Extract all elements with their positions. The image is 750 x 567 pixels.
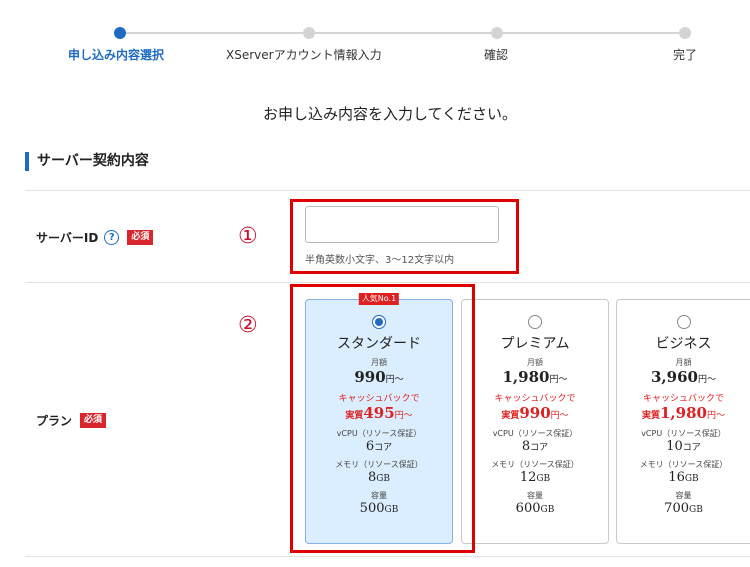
section-title: サーバー契約内容 (25, 152, 149, 171)
step-label-2: XServerアカウント情報入力 (226, 48, 382, 62)
effective-price: 実質990円～ (462, 405, 608, 425)
divider (25, 282, 750, 283)
plan-radio-business[interactable] (676, 315, 691, 329)
memory-label: メモリ（リソース保証） (491, 460, 579, 469)
cpu-label: vCPU（リソース保証） (641, 429, 726, 438)
step-dot-3 (491, 27, 503, 39)
disk-value: 600GB (462, 501, 608, 518)
step-label-3: 確認 (484, 48, 509, 62)
memory-number: 12 (519, 470, 537, 485)
plan-radio-premium[interactable] (528, 315, 542, 329)
monthly-label: 月額 (527, 358, 543, 367)
cpu-value: 10コア (617, 439, 750, 456)
step-label-1: 申し込み内容選択 (68, 48, 165, 62)
disk-unit: GB (689, 505, 703, 515)
monthly-price: 1,980円～ (462, 368, 608, 389)
price-value: 1,980 (502, 368, 550, 386)
divider (25, 556, 750, 557)
server-id-label: サーバーID (36, 231, 99, 245)
effective-prefix: 実質 (641, 411, 660, 421)
disk-value: 700GB (617, 501, 750, 518)
progress-stepper: 申し込み内容選択 XServerアカウント情報入力 確認 完了 (0, 24, 750, 74)
monthly-label: 月額 (675, 358, 692, 367)
price-unit: 円～ (549, 375, 568, 385)
divider (25, 190, 750, 191)
effective-price: 実質1,980円～ (617, 405, 750, 425)
effective-value: 990 (519, 404, 551, 422)
server-id-note: 半角英数小文字、3～12文字以内 (305, 255, 455, 266)
effective-value: 1,980 (660, 404, 707, 422)
plan-label: プラン (36, 414, 73, 428)
disk-label: 容量 (527, 491, 543, 500)
plan-card-business[interactable]: ビジネス 月額 3,960円～ キャッシュバックで 実質1,980円～ vCPU… (616, 299, 750, 544)
plan-name: プレミアム (500, 336, 570, 352)
required-badge: 必須 (80, 413, 107, 428)
disk-unit: GB (540, 505, 555, 515)
server-id-label-group: サーバーID ? 必須 (36, 229, 154, 246)
memory-unit: GB (684, 474, 699, 484)
cpu-value: 8コア (462, 439, 608, 456)
memory-number: 16 (668, 470, 685, 485)
step-dot-2 (303, 27, 315, 39)
price-unit: 円～ (697, 375, 716, 385)
cpu-label: vCPU（リソース保証） (492, 429, 578, 438)
price-value: 3,960 (651, 368, 698, 386)
cpu-number: 10 (666, 439, 683, 454)
memory-unit: GB (536, 474, 551, 484)
help-icon[interactable]: ? (104, 230, 120, 245)
plan-name: ビジネス (655, 336, 712, 352)
disk-number: 700 (664, 501, 689, 516)
disk-label: 容量 (675, 491, 692, 500)
memory-value: 16GB (617, 470, 750, 487)
plan-label-group: プラン 必須 (36, 412, 107, 429)
step-label-4: 完了 (673, 48, 698, 62)
monthly-price: 3,960円～ (617, 368, 750, 389)
memory-label: メモリ（リソース保証） (639, 460, 728, 469)
highlight-box-plan (290, 284, 475, 553)
memory-value: 12GB (462, 470, 608, 487)
required-badge: 必須 (127, 230, 154, 245)
cpu-number: 8 (521, 439, 531, 454)
effective-unit: 円～ (550, 411, 569, 421)
step-dot-1 (114, 27, 126, 39)
server-id-input[interactable] (305, 206, 499, 243)
step-dot-4 (679, 27, 691, 39)
effective-prefix: 実質 (501, 411, 520, 421)
cpu-unit: コア (682, 443, 701, 453)
effective-unit: 円～ (706, 411, 725, 421)
annotation-number-1: ① (238, 224, 258, 249)
lead-text: お申し込み内容を入力してください。 (262, 105, 518, 123)
cpu-unit: コア (530, 443, 549, 453)
annotation-number-2: ② (238, 313, 258, 338)
stepper-line (120, 32, 685, 34)
plan-card-premium[interactable]: プレミアム 月額 1,980円～ キャッシュバックで 実質990円～ vCPU（… (461, 299, 609, 544)
disk-number: 600 (515, 501, 541, 516)
